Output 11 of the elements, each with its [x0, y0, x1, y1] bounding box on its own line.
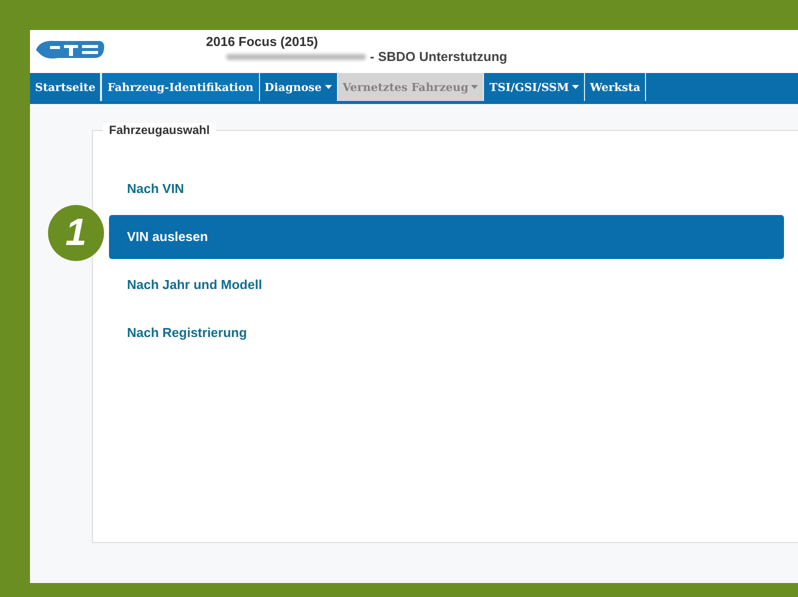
- caret-icon: [572, 85, 580, 89]
- panel-legend: Fahrzeugauswahl: [103, 123, 216, 137]
- menu-item[interactable]: VIN auslesen: [109, 215, 784, 259]
- vehicle-title: 2016 Focus (2015): [206, 34, 320, 49]
- menu-item[interactable]: Nach VIN: [109, 167, 784, 211]
- nav-tab[interactable]: Fahrzeug-Identifikation: [101, 73, 260, 101]
- caret-icon: [471, 85, 478, 89]
- menu-item[interactable]: Nach Jahr und Modell: [109, 263, 784, 307]
- caret-icon: [324, 85, 332, 89]
- menu-item[interactable]: Nach Registrierung: [109, 311, 784, 355]
- app-subtitle: - SBDO Unterstutzung: [370, 49, 508, 64]
